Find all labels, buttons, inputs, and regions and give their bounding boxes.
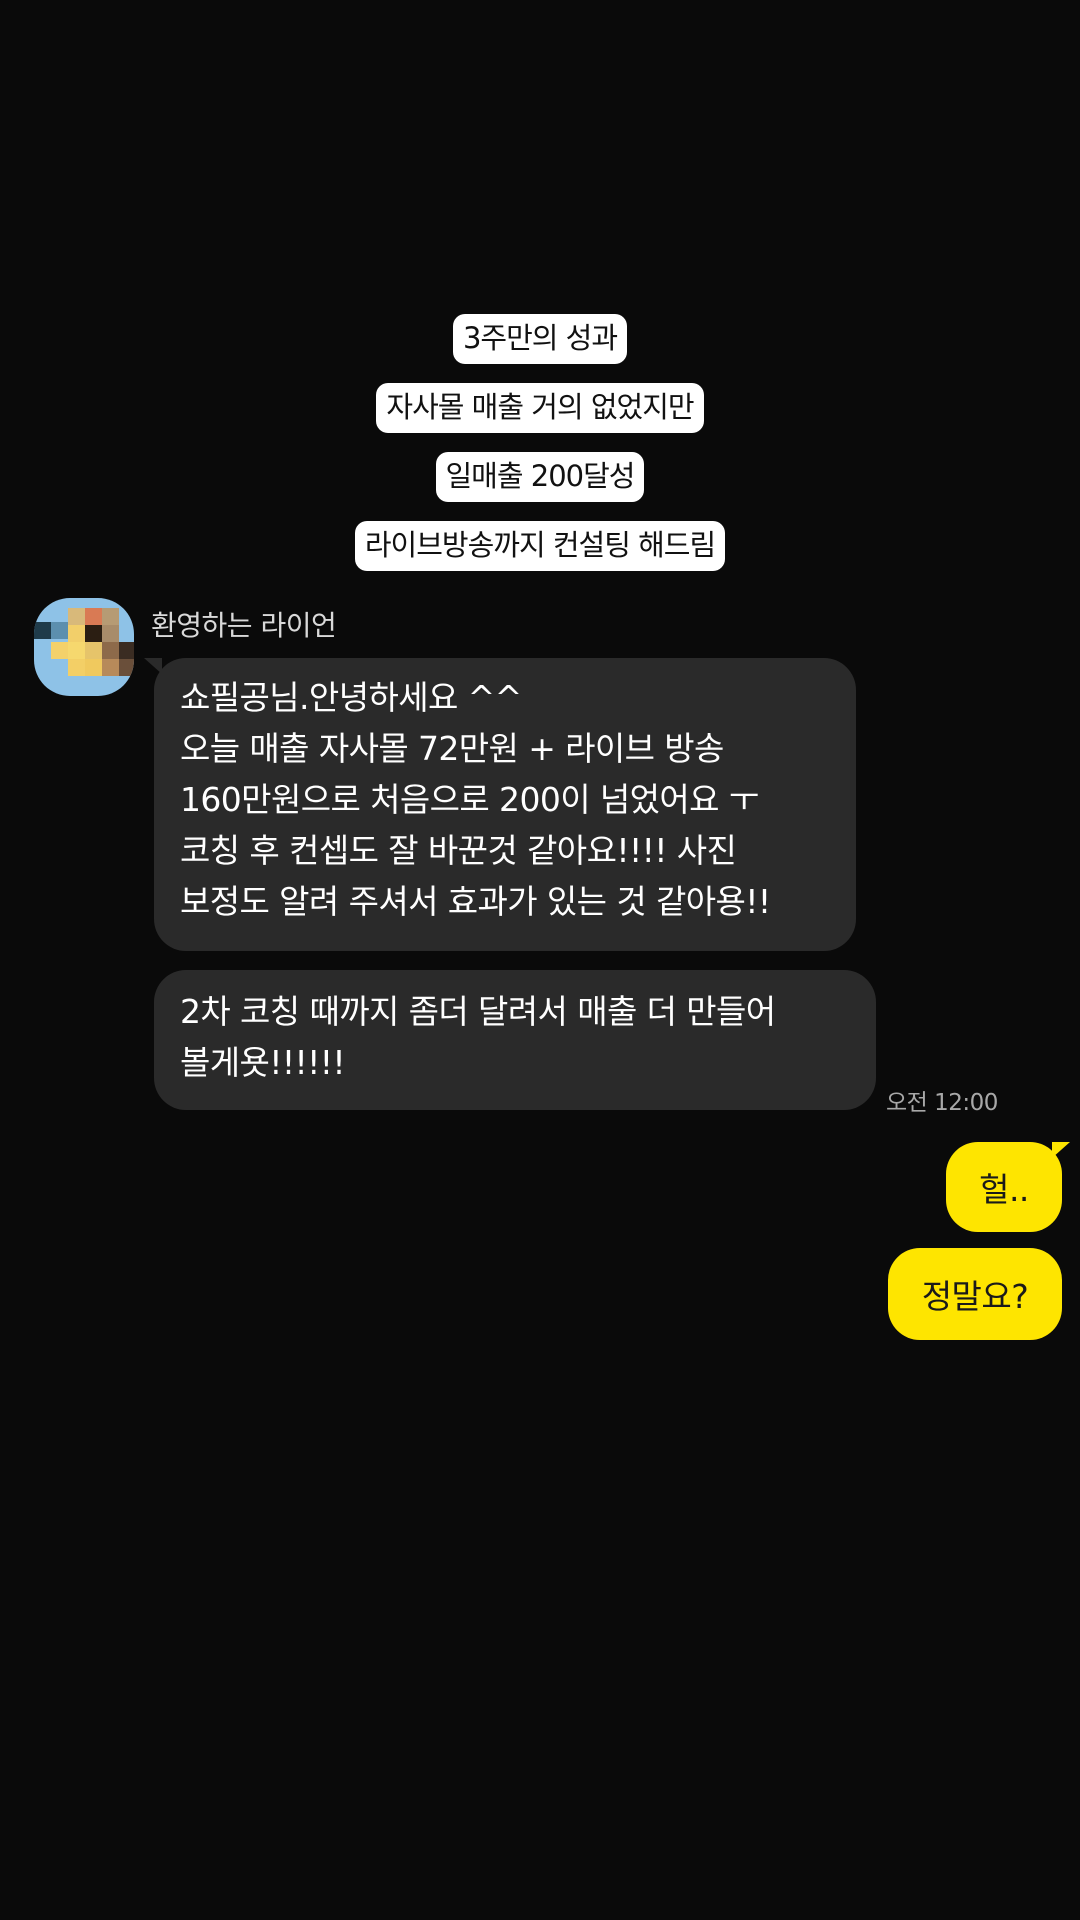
message-timestamp: 오전 12:00 <box>886 1090 998 1116</box>
avatar-mosaic-cell <box>85 659 102 676</box>
avatar-mosaic-cell <box>34 622 51 639</box>
avatar-mosaic-cell <box>102 642 119 659</box>
outgoing-message-bubble[interactable]: 헐.. <box>946 1142 1070 1232</box>
message-line: 볼게욧!!!!!! <box>180 1043 346 1082</box>
bubble-tail <box>144 658 162 674</box>
bubble-tail <box>1052 1142 1070 1158</box>
message-line: 쇼필공님.안녕하세요 ^^ <box>180 678 522 717</box>
caption-line: 일매출 200달성 <box>435 452 645 502</box>
avatar-mosaic-cell <box>119 642 134 659</box>
avatar-mosaic-cell <box>85 625 102 642</box>
avatar-mosaic-cell <box>102 659 119 676</box>
sender-name: 환영하는 라이언 <box>151 609 337 642</box>
message-line: 보정도 알려 주셔서 효과가 있는 것 같아용!! <box>180 882 771 921</box>
avatar-mosaic-cell <box>102 608 119 625</box>
avatar-mosaic-cell <box>68 625 85 642</box>
outgoing-message-text: 정말요? <box>921 1277 1029 1316</box>
caption-line: 자사몰 매출 거의 없었지만 <box>376 383 704 433</box>
caption-line: 3주만의 성과 <box>452 314 628 364</box>
story-caption-stack: 3주만의 성과 자사몰 매출 거의 없었지만 일매출 200달성 라이브방송까지… <box>0 314 1080 590</box>
message-line: 2차 코칭 때까지 좀더 달려서 매출 더 만들어 <box>180 992 776 1031</box>
message-line: 오늘 매출 자사몰 72만원 + 라이브 방송 <box>180 729 724 768</box>
sender-avatar[interactable] <box>34 598 134 696</box>
message-line: 코칭 후 컨셉도 잘 바꾼것 같아요!!!! 사진 <box>180 831 737 870</box>
caption-line: 라이브방송까지 컨설팅 해드림 <box>354 521 726 571</box>
avatar-mosaic-cell <box>51 622 68 639</box>
message-line: 160만원으로 처음으로 200이 넘었어요 ㅜ <box>180 780 759 819</box>
avatar-mosaic-cell <box>51 642 68 659</box>
incoming-message-bubble[interactable]: 쇼필공님.안녕하세요 ^^ 오늘 매출 자사몰 72만원 + 라이브 방송 16… <box>144 658 856 951</box>
avatar-mosaic-cell <box>119 659 134 676</box>
avatar-mosaic-cell <box>68 608 85 625</box>
incoming-message-bubble[interactable]: 2차 코칭 때까지 좀더 달려서 매출 더 만들어 볼게욧!!!!!! <box>154 970 876 1110</box>
outgoing-message-text: 헐.. <box>979 1170 1029 1209</box>
outgoing-message-bubble[interactable]: 정말요? <box>888 1248 1062 1340</box>
avatar-mosaic-cell <box>85 642 102 659</box>
avatar-mosaic-cell <box>85 608 102 625</box>
avatar-mosaic-cell <box>68 659 85 676</box>
avatar-mosaic-cell <box>102 625 119 642</box>
avatar-mosaic-cell <box>68 642 85 659</box>
